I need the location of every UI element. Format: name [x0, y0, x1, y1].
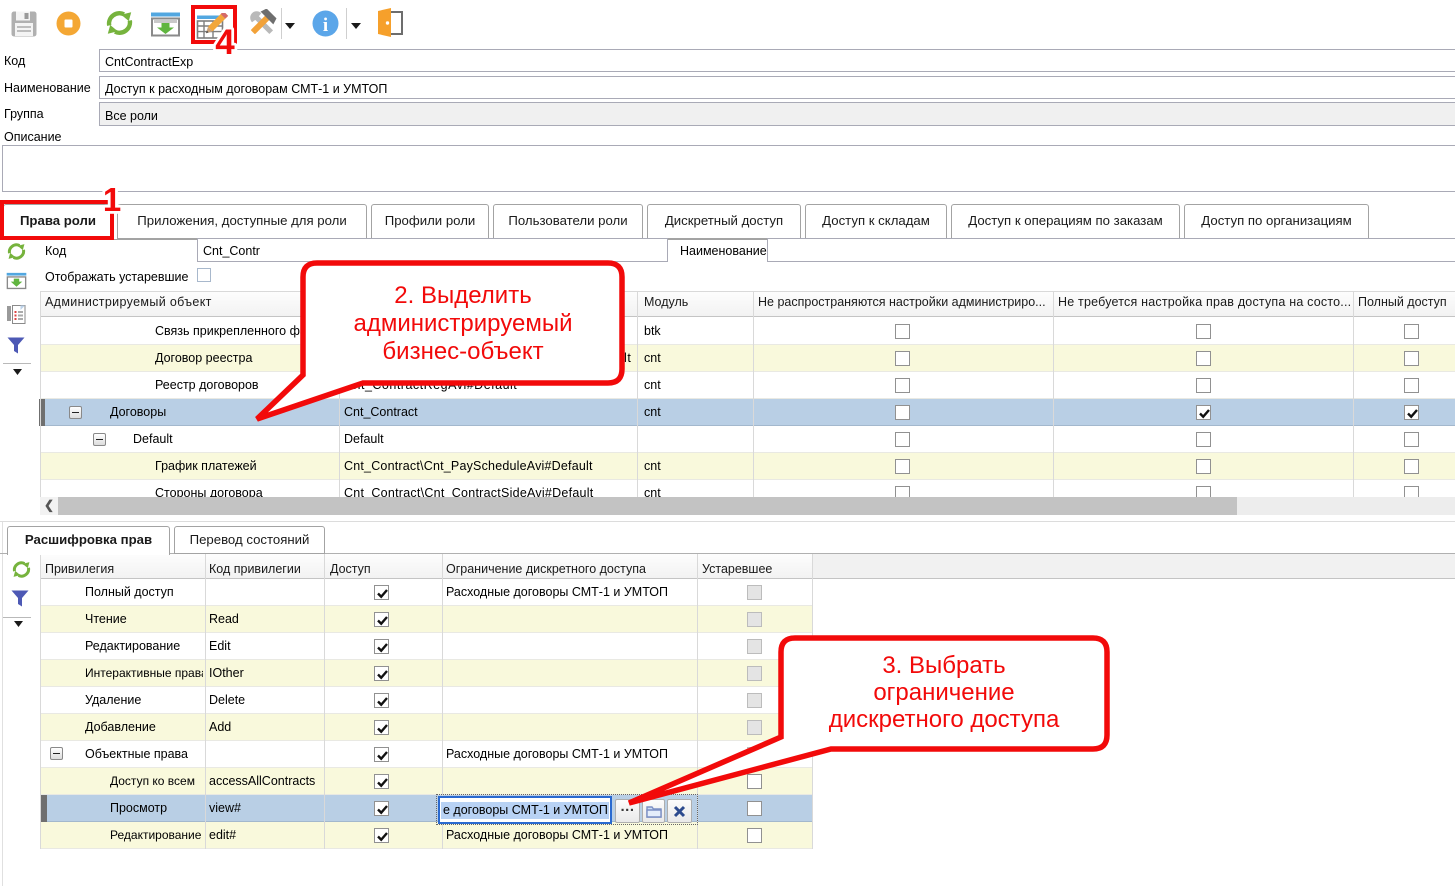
svg-text:4: 4 [215, 23, 235, 60]
svg-text:1: 1 [103, 181, 121, 218]
svg-text:i: i [323, 15, 328, 36]
